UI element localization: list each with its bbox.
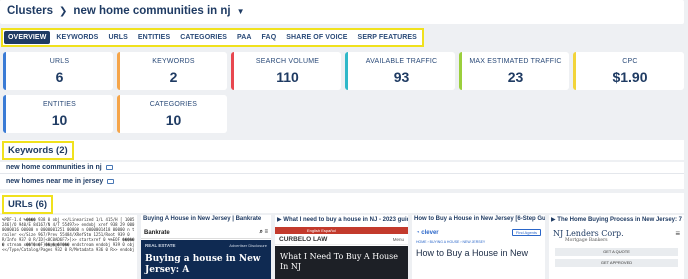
metric-label: AVAILABLE TRAFFIC bbox=[365, 58, 438, 65]
metric-card-urls: URLS 6 bbox=[3, 52, 113, 90]
keyword-link[interactable]: new home communities in nj bbox=[6, 164, 102, 171]
monitor-icon[interactable] bbox=[107, 179, 115, 184]
breadcrumb-current: new home communities in nj bbox=[73, 5, 231, 17]
article-headline: How to Buy a House in New bbox=[416, 248, 529, 258]
metric-label: ENTITIES bbox=[42, 101, 77, 108]
keyword-link[interactable]: new homes near me in jersey bbox=[6, 178, 103, 185]
site-logo: CURBELO LAW bbox=[279, 235, 328, 243]
tab-serp-features[interactable]: SERP FEATURES bbox=[354, 31, 421, 44]
site-logo: ◔ clever bbox=[416, 230, 439, 236]
urls-section-title: URLs (6) bbox=[2, 195, 54, 214]
metric-card-entities: ENTITIES 10 bbox=[3, 95, 113, 133]
tab-categories[interactable]: CATEGORIES bbox=[176, 31, 231, 44]
metric-value: 93 bbox=[393, 69, 410, 85]
metric-card-search-volume: SEARCH VOLUME 110 bbox=[231, 52, 341, 90]
url-title[interactable]: ▶ The Home Buying Process in New Jersey:… bbox=[549, 215, 684, 225]
metric-value: 6 bbox=[55, 69, 64, 85]
metric-label: URLS bbox=[49, 58, 70, 65]
site-logo: Bankrate bbox=[144, 229, 170, 236]
site-tagline: Mortgage Bankers bbox=[565, 238, 608, 243]
article-headline: What I Need To Buy A House In NJ bbox=[280, 252, 399, 271]
keywords-list: new home communities in nj new homes nea… bbox=[0, 162, 684, 189]
metric-value: $1.90 bbox=[612, 69, 648, 85]
metric-label: MAX ESTIMATED TRAFFIC bbox=[469, 58, 562, 65]
metric-value: 10 bbox=[51, 112, 68, 128]
breadcrumb-bar: Clusters ❯ new home communities in nj ▼ bbox=[0, 0, 684, 24]
language-switcher: English Español bbox=[275, 227, 408, 234]
menu-button[interactable]: Menu bbox=[393, 237, 404, 242]
url-thumbnail[interactable]: ▶ The Home Buying Process in New Jersey:… bbox=[549, 215, 684, 279]
get-a-quote-button[interactable]: GET A QUOTE bbox=[555, 248, 678, 256]
tab-keywords[interactable]: KEYWORDS bbox=[52, 31, 102, 44]
search-icon: ⌕ ≡ bbox=[259, 229, 268, 235]
metric-card-available-traffic: AVAILABLE TRAFFIC 93 bbox=[345, 52, 455, 90]
metric-label: KEYWORDS bbox=[152, 58, 195, 65]
url-title[interactable]: How to Buy a House in New Jersey [6-Step… bbox=[412, 215, 545, 225]
tab-entities[interactable]: ENTITIES bbox=[134, 31, 174, 44]
chevron-down-icon[interactable]: ▼ bbox=[237, 7, 245, 16]
clever-logo-icon: ◔ bbox=[416, 229, 420, 236]
tab-urls[interactable]: URLS bbox=[104, 31, 131, 44]
tab-faq[interactable]: FAQ bbox=[258, 31, 281, 44]
metric-value: 110 bbox=[276, 69, 299, 85]
chevron-right-icon: ❯ bbox=[59, 5, 68, 17]
url-thumbnail[interactable]: %PDF-1.4 %���� 938 0 obj <</Linearized 1… bbox=[0, 215, 137, 279]
tab-bar: OVERVIEW KEYWORDS URLS ENTITIES CATEGORI… bbox=[1, 28, 424, 47]
metric-card-max-estimated-traffic: MAX ESTIMATED TRAFFIC 23 bbox=[459, 52, 569, 90]
url-thumbnail[interactable]: Buying A House in New Jersey | Bankrate … bbox=[141, 215, 271, 279]
get-approved-button[interactable]: GET APPROVED bbox=[555, 259, 678, 267]
metric-value: 10 bbox=[165, 112, 182, 128]
metric-value: 2 bbox=[169, 69, 178, 85]
metric-card-keywords: KEYWORDS 2 bbox=[117, 52, 227, 90]
page-preview: English Español CURBELO LAW Menu What I … bbox=[275, 227, 408, 279]
page-preview: Bankrate ⌕ ≡ REAL ESTATE Advertiser Disc… bbox=[141, 227, 271, 279]
url-title[interactable]: ▶ What I need to buy a house in NJ - 202… bbox=[275, 215, 408, 225]
list-item[interactable]: new homes near me in jersey bbox=[0, 176, 684, 188]
tab-overview[interactable]: OVERVIEW bbox=[4, 31, 51, 44]
page-preview: NJ Lenders Corp. Mortgage Bankers ≡ GET … bbox=[549, 227, 684, 279]
breadcrumb: HOME › BUYING A HOUSE › NEW JERSEY bbox=[416, 240, 486, 244]
metric-card-cpc: CPC $1.90 bbox=[573, 52, 684, 90]
url-title[interactable]: Buying A House in New Jersey | Bankrate bbox=[141, 215, 271, 225]
tab-share-of-voice[interactable]: SHARE OF VOICE bbox=[282, 31, 351, 44]
site-logo-text: clever bbox=[421, 229, 439, 236]
metric-value: 23 bbox=[507, 69, 524, 85]
breadcrumb: Clusters ❯ new home communities in nj ▼ bbox=[7, 5, 245, 17]
list-item[interactable]: new home communities in nj bbox=[0, 162, 684, 174]
advertiser-disclosure: Advertiser Disclosure bbox=[229, 243, 267, 248]
site-logo: NJ Lenders Corp. bbox=[553, 229, 624, 238]
metric-label: CPC bbox=[622, 58, 638, 65]
keywords-section-title: Keywords (2) bbox=[2, 141, 74, 160]
article-headline: Buying a house in New Jersey: A bbox=[145, 254, 261, 275]
url-thumbnail[interactable]: ▶ What I need to buy a house in NJ - 202… bbox=[275, 215, 408, 279]
tab-paa[interactable]: PAA bbox=[233, 31, 256, 44]
keywords-header-panel bbox=[0, 140, 684, 160]
urls-header-panel bbox=[0, 193, 684, 213]
metric-label: CATEGORIES bbox=[149, 101, 198, 108]
breadcrumb-root[interactable]: Clusters bbox=[7, 5, 53, 17]
metric-card-categories: CATEGORIES 10 bbox=[117, 95, 227, 133]
section-kicker: REAL ESTATE bbox=[145, 243, 176, 248]
metric-label: SEARCH VOLUME bbox=[255, 58, 320, 65]
page-preview: ◔ clever Find Agents HOME › BUYING A HOU… bbox=[412, 227, 545, 279]
monitor-icon[interactable] bbox=[105, 165, 113, 170]
url-thumbnail[interactable]: How to Buy a House in New Jersey [6-Step… bbox=[412, 215, 545, 279]
pdf-raw-text: %PDF-1.4 %���� 938 0 obj <</Linearized 1… bbox=[2, 217, 135, 252]
hamburger-menu-icon[interactable]: ≡ bbox=[675, 229, 680, 238]
find-agents-button[interactable]: Find Agents bbox=[511, 229, 541, 236]
